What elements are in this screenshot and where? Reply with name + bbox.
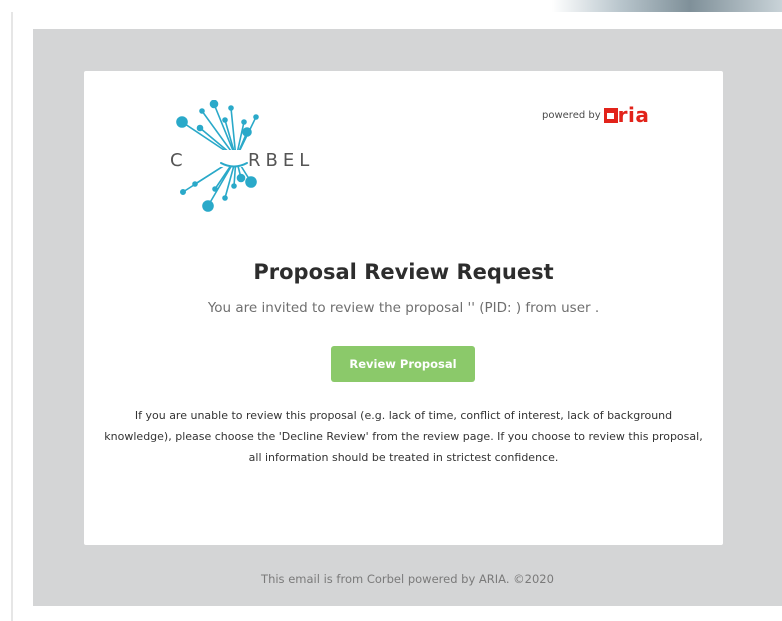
aria-logo: ria	[603, 103, 650, 127]
powered-by-label: powered by	[542, 109, 601, 121]
corbel-logo: C RBEL	[170, 100, 310, 212]
svg-text:RBEL: RBEL	[248, 150, 310, 171]
review-proposal-button[interactable]: Review Proposal	[331, 346, 475, 382]
header-image-fragment	[552, 0, 782, 12]
svg-text:C: C	[170, 150, 185, 171]
left-divider	[11, 12, 13, 621]
email-title: Proposal Review Request	[253, 260, 554, 284]
powered-by-aria: powered by ria	[542, 105, 649, 125]
aria-a-icon	[603, 107, 618, 123]
aria-brand: ria	[617, 103, 650, 127]
email-footer: This email is from Corbel powered by ARI…	[261, 572, 554, 586]
email-body: If you are unable to review this proposa…	[104, 409, 703, 464]
invitation-text: You are invited to review the proposal '…	[207, 300, 600, 316]
email-viewer: C RBEL powered by ria Proposal Review Re…	[0, 0, 782, 621]
